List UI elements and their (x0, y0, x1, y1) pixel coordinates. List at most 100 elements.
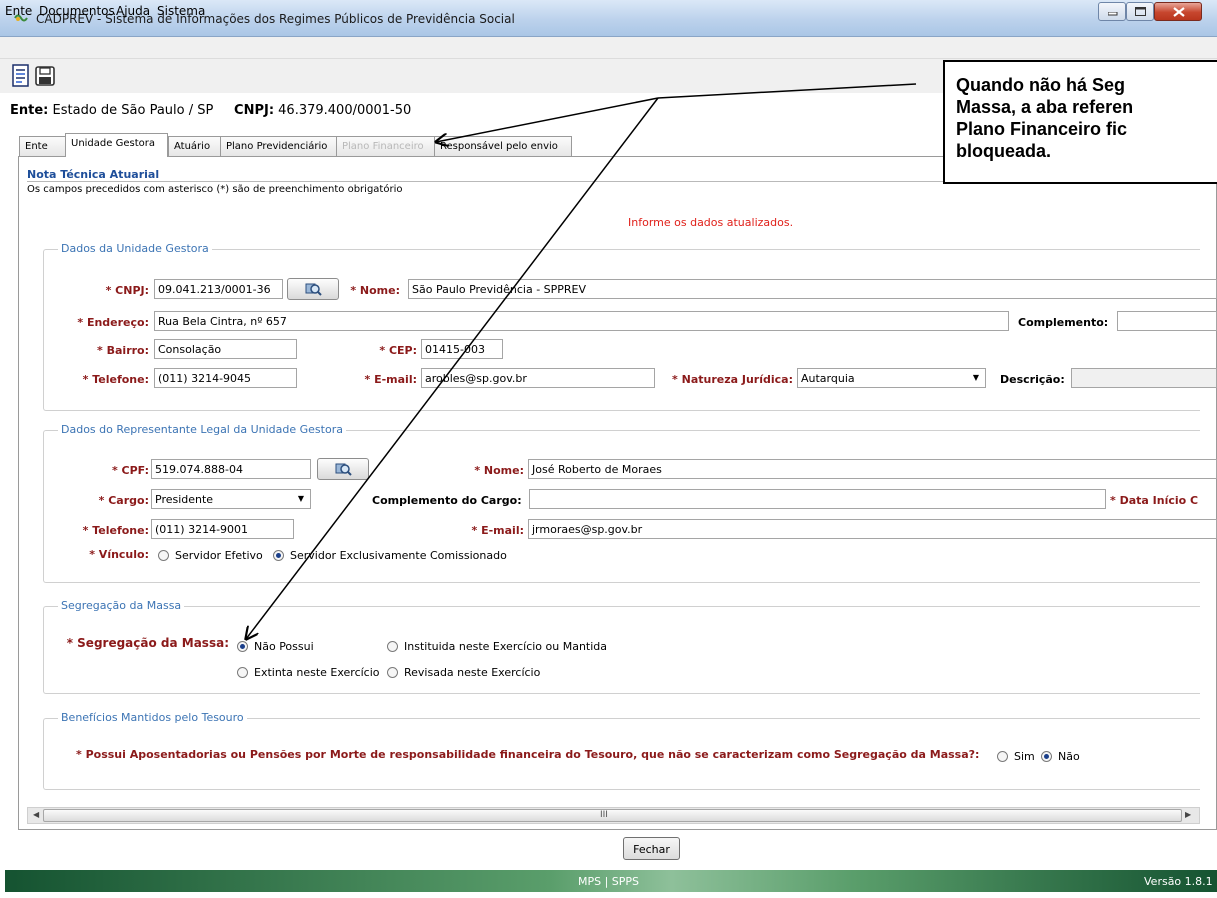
rep-nome-label: * Nome: (474, 464, 524, 477)
telefone-input[interactable]: (011) 3214-9045 (154, 368, 297, 388)
nome-label: * Nome: (350, 284, 400, 297)
segregacao-radio-instituida[interactable] (387, 641, 398, 652)
cnpj-label: * CNPJ: (105, 284, 149, 297)
group-segregacao (43, 606, 1200, 694)
beneficios-text-nao: Não (1058, 750, 1080, 763)
tab-unidade-gestora[interactable]: Unidade Gestora (65, 133, 168, 157)
cnpj-lookup-button[interactable] (287, 278, 339, 300)
minimize-button[interactable] (1098, 2, 1126, 21)
natureza-select[interactable]: Autarquia ▼ (797, 368, 986, 388)
segregacao-text-revisada: Revisada neste Exercício (404, 666, 541, 679)
rep-nome-input[interactable]: José Roberto de Moraes (528, 459, 1217, 479)
vinculo-text-comissionado: Servidor Exclusivamente Comissionado (290, 549, 507, 562)
ente-cnpj-value: 46.379.400/0001-50 (278, 103, 412, 118)
scrollbar-thumb[interactable] (43, 809, 1182, 822)
complemento-input[interactable] (1117, 311, 1217, 331)
menu-bar (0, 37, 1217, 59)
telefone-label: * Telefone: (82, 373, 149, 386)
beneficios-question: * Possui Aposentadorias ou Pensões por M… (76, 748, 980, 761)
email-input[interactable]: arobles@sp.gov.br (421, 368, 655, 388)
maximize-button[interactable] (1126, 2, 1154, 21)
menu-sistema[interactable]: Sistema (157, 4, 205, 18)
tab-plano-previdenciario[interactable]: Plano Previdenciário (220, 136, 337, 156)
fechar-button[interactable]: Fechar (623, 837, 680, 860)
scroll-left-icon[interactable]: ◀ (33, 810, 39, 819)
natureza-label: * Natureza Jurídica: (672, 373, 793, 386)
annotation-line: Plano Financeiro fic (956, 119, 1128, 139)
endereco-label: * Endereço: (77, 316, 149, 329)
close-button[interactable] (1154, 2, 1202, 21)
status-text: MPS | SPPS (577, 875, 640, 888)
beneficios-radio-sim[interactable] (997, 751, 1008, 762)
descricao-label: Descrição: (1000, 373, 1065, 386)
cpf-label: * CPF: (111, 464, 149, 477)
cnpj-input[interactable]: 09.041.213/0001-36 (154, 279, 283, 299)
menu-documentos[interactable]: Documentos (39, 4, 115, 18)
group-title-segregacao: Segregação da Massa (58, 599, 185, 612)
segregacao-radio-revisada[interactable] (387, 667, 398, 678)
natureza-value: Autarquia (801, 372, 855, 385)
complemento-label: Complemento: (1018, 316, 1109, 329)
grip-icon: III (600, 810, 608, 820)
group-title-beneficios: Benefícios Mantidos pelo Tesouro (58, 711, 247, 724)
search-icon (335, 463, 352, 476)
maximize-icon (1135, 7, 1146, 16)
save-icon[interactable] (35, 66, 55, 86)
compl-cargo-label: Complemento do Cargo: (372, 494, 522, 507)
chevron-down-icon: ▼ (297, 494, 304, 503)
beneficios-text-sim: Sim (1014, 750, 1035, 763)
menu-ente[interactable]: Ente (5, 4, 32, 18)
vinculo-text-efetivo: Servidor Efetivo (175, 549, 263, 562)
segregacao-radio-extinta[interactable] (237, 667, 248, 678)
cep-input[interactable]: 01415-003 (421, 339, 503, 359)
cargo-select[interactable]: Presidente ▼ (151, 489, 311, 509)
nome-input[interactable]: São Paulo Previdência - SPPREV (408, 279, 1217, 299)
cep-label: * CEP: (379, 344, 417, 357)
segregacao-label: * Segregação da Massa: (66, 636, 229, 650)
document-icon[interactable] (10, 64, 32, 88)
annotation-line: Massa, a aba referen (956, 97, 1134, 117)
version-text: Versão 1.8.1 (1144, 875, 1213, 888)
ente-label: Ente: (10, 103, 49, 118)
email-label: * E-mail: (364, 373, 418, 386)
tab-responsavel-envio[interactable]: Responsável pelo envio (434, 136, 572, 156)
tab-ente[interactable]: Ente (19, 136, 66, 156)
annotation-text: Quando não há Seg Massa, a aba referen P… (956, 74, 1216, 162)
ente-info: Ente: Estado de São Paulo / SP CNPJ: 46.… (10, 103, 411, 118)
data-inicio-label: * Data Início C (1110, 494, 1199, 507)
tab-atuario[interactable]: Atuário (168, 136, 221, 156)
segregacao-radio-nao-possui[interactable] (237, 641, 248, 652)
cpf-lookup-button[interactable] (317, 458, 369, 480)
cpf-input[interactable]: 519.074.888-04 (151, 459, 311, 479)
required-note: Os campos precedidos com asterisco (*) s… (27, 184, 403, 195)
scroll-right-icon[interactable]: ▶ (1185, 810, 1191, 819)
cargo-value: Presidente (155, 493, 214, 506)
ente-cnpj-label: CNPJ: (234, 103, 275, 118)
bairro-label: * Bairro: (97, 344, 149, 357)
compl-cargo-input[interactable] (529, 489, 1106, 509)
rep-email-input[interactable]: jrmoraes@sp.gov.br (528, 519, 1217, 539)
rep-telefone-input[interactable]: (011) 3214-9001 (151, 519, 294, 539)
annotation-line: Quando não há Seg (956, 75, 1126, 95)
rep-email-label: * E-mail: (471, 524, 525, 537)
endereco-input[interactable]: Rua Bela Cintra, nº 657 (154, 311, 1009, 331)
ente-value: Estado de São Paulo / SP (52, 103, 214, 118)
vinculo-radio-efetivo[interactable] (158, 550, 169, 561)
close-icon (1173, 7, 1185, 17)
group-title-unidade: Dados da Unidade Gestora (58, 242, 212, 255)
info-message: Informe os dados atualizados. (628, 216, 794, 229)
group-title-representante: Dados do Representante Legal da Unidade … (58, 423, 346, 436)
minimize-icon (1108, 12, 1118, 16)
segregacao-text-instituida: Instituida neste Exercício ou Mantida (404, 640, 608, 653)
vinculo-radio-comissionado[interactable] (273, 550, 284, 561)
beneficios-radio-nao[interactable] (1041, 751, 1052, 762)
menu-ajuda[interactable]: Ajuda (116, 4, 150, 18)
descricao-input[interactable] (1071, 368, 1217, 388)
tab-plano-financeiro: Plano Financeiro (336, 136, 435, 156)
segregacao-text-extinta: Extinta neste Exercício (254, 666, 380, 679)
section-title: Nota Técnica Atuarial (27, 168, 160, 181)
segregacao-text-nao-possui: Não Possui (254, 640, 314, 653)
bairro-input[interactable]: Consolação (154, 339, 297, 359)
rep-telefone-label: * Telefone: (82, 524, 149, 537)
chevron-down-icon: ▼ (972, 373, 979, 382)
